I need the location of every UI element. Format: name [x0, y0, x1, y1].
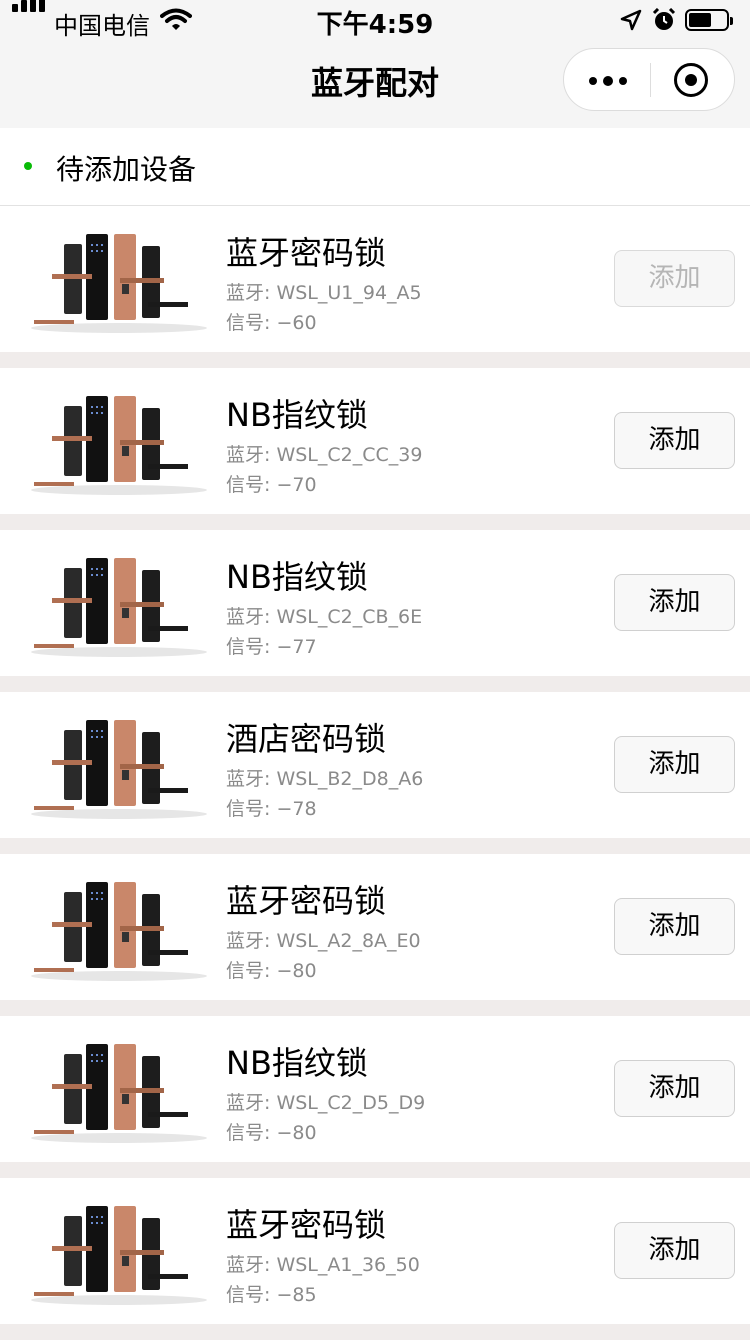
- device-name: NB指纹锁: [226, 1044, 368, 1082]
- capsule-menu: [563, 48, 735, 111]
- status-bar: 中国电信 下午4:59: [0, 0, 750, 40]
- list-item: NB指纹锁 蓝牙: WSL_C2_CC_39 信号: −70 添加: [0, 368, 750, 514]
- list-item: 蓝牙密码锁 蓝牙: WSL_A2_8A_E0 信号: −80 添加: [0, 854, 750, 1000]
- device-signal: 信号: −80: [226, 1122, 317, 1144]
- device-name: NB指纹锁: [226, 558, 368, 596]
- device-list: 蓝牙密码锁 蓝牙: WSL_U1_94_A5 信号: −60 添加 NB指纹锁 …: [0, 206, 750, 1340]
- lock-product-image: [31, 234, 207, 333]
- device-bluetooth-id: 蓝牙: WSL_C2_CC_39: [226, 444, 423, 466]
- list-item: 蓝牙密码锁 蓝牙: WSL_U1_94_A5 信号: −60 添加: [0, 206, 750, 352]
- device-bluetooth-id: 蓝牙: WSL_U1_94_A5: [226, 282, 422, 304]
- device-signal: 信号: −77: [226, 636, 317, 658]
- device-name: 蓝牙密码锁: [226, 1206, 387, 1244]
- location-arrow-icon: [620, 9, 642, 31]
- device-name: 蓝牙密码锁: [226, 234, 387, 272]
- lock-product-image: [31, 882, 207, 981]
- top-bar: 中国电信 下午4:59 蓝牙配对: [0, 0, 750, 128]
- device-bluetooth-id: 蓝牙: WSL_A2_8A_E0: [226, 930, 421, 952]
- list-item: NB指纹锁 蓝牙: WSL_C2_CB_6E 信号: −77 添加: [0, 530, 750, 676]
- device-bluetooth-id: 蓝牙: WSL_A1_36_50: [226, 1254, 420, 1276]
- list-item: 酒店密码锁 蓝牙: WSL_B2_D8_A6 信号: −78 添加: [0, 692, 750, 838]
- section-header: 待添加设备: [0, 128, 750, 206]
- alarm-icon: [652, 8, 676, 30]
- add-device-button[interactable]: 添加: [614, 574, 735, 631]
- list-item: NB指纹锁 蓝牙: WSL_C2_D5_D9 信号: −80 添加: [0, 1016, 750, 1162]
- add-device-button[interactable]: 添加: [614, 898, 735, 955]
- device-signal: 信号: −78: [226, 798, 317, 820]
- device-name: 蓝牙密码锁: [226, 882, 387, 920]
- device-name: 酒店密码锁: [226, 720, 387, 758]
- bullet-dot-icon: [24, 162, 32, 170]
- battery-icon: [685, 9, 733, 31]
- device-bluetooth-id: 蓝牙: WSL_C2_D5_D9: [226, 1092, 426, 1114]
- lock-product-image: [31, 396, 207, 495]
- list-item: 蓝牙密码锁 蓝牙: WSL_A1_36_50 信号: −85 添加: [0, 1178, 750, 1324]
- add-device-button[interactable]: 添加: [614, 736, 735, 793]
- lock-product-image: [31, 1206, 207, 1305]
- section-title: 待添加设备: [56, 153, 197, 186]
- lock-product-image: [31, 558, 207, 657]
- device-signal: 信号: −70: [226, 474, 317, 496]
- device-name: NB指纹锁: [226, 396, 368, 434]
- add-device-button[interactable]: 添加: [614, 250, 735, 307]
- lock-product-image: [31, 720, 207, 819]
- lock-product-image: [31, 1044, 207, 1143]
- more-icon[interactable]: [564, 49, 650, 112]
- add-device-button[interactable]: 添加: [614, 1222, 735, 1279]
- device-signal: 信号: −85: [226, 1284, 317, 1306]
- close-miniprogram-icon[interactable]: [650, 49, 736, 112]
- device-signal: 信号: −80: [226, 960, 317, 982]
- device-signal: 信号: −60: [226, 312, 317, 334]
- device-bluetooth-id: 蓝牙: WSL_B2_D8_A6: [226, 768, 424, 790]
- add-device-button[interactable]: 添加: [614, 412, 735, 469]
- device-bluetooth-id: 蓝牙: WSL_C2_CB_6E: [226, 606, 423, 628]
- add-device-button[interactable]: 添加: [614, 1060, 735, 1117]
